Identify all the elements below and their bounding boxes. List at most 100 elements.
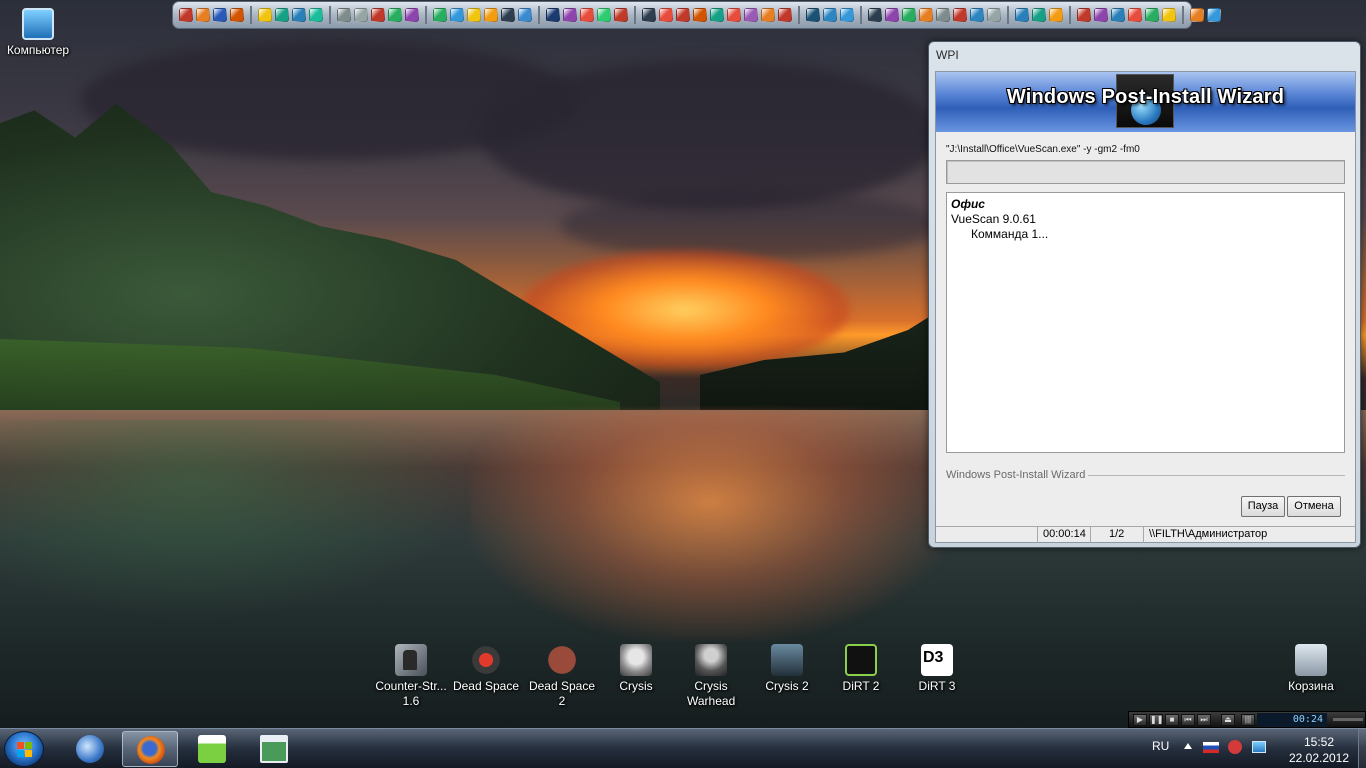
- quick-launch-shortcut-icon[interactable]: [1162, 8, 1176, 22]
- previous-icon[interactable]: ⏮: [1181, 714, 1195, 726]
- desktop-icon-label: Dead Space 2: [528, 679, 596, 708]
- desktop-icon-crysis-warhead[interactable]: Crysis Warhead: [673, 644, 749, 709]
- desktop-icon-crysis[interactable]: Crysis: [598, 644, 674, 694]
- quick-launch-shortcut-icon[interactable]: [806, 8, 820, 22]
- quick-launch-separator: [538, 6, 540, 24]
- quick-launch-shortcut-icon[interactable]: [518, 8, 532, 22]
- current-command: "J:\Install\Office\VueScan.exe" -y -gm2 …: [946, 144, 1140, 155]
- taskbar-winamp[interactable]: [184, 731, 240, 767]
- start-button[interactable]: [4, 731, 44, 767]
- taskbar-thunderbird[interactable]: [62, 731, 118, 767]
- equalizer-icon[interactable]: |||: [1241, 714, 1255, 726]
- quick-launch-shortcut-icon[interactable]: [388, 8, 402, 22]
- eject-icon[interactable]: ⏏: [1221, 714, 1235, 726]
- show-desktop-button[interactable]: [1358, 729, 1366, 768]
- cancel-button[interactable]: Отмена: [1287, 496, 1341, 517]
- quick-launch-shortcut-icon[interactable]: [258, 8, 272, 22]
- quick-launch-shortcut-icon[interactable]: [1015, 8, 1029, 22]
- desktop-icon-dirt-2[interactable]: DiRT 2: [823, 644, 899, 694]
- quick-launch-shortcut-icon[interactable]: [642, 8, 656, 22]
- desktop-icon-dirt-3[interactable]: DiRT 3: [899, 644, 975, 694]
- desktop-icon-dead-space-2[interactable]: Dead Space 2: [524, 644, 600, 709]
- quick-launch-shortcut-icon[interactable]: [987, 8, 1001, 22]
- quick-launch-shortcut-icon[interactable]: [936, 8, 950, 22]
- pause-icon[interactable]: ❚❚: [1149, 714, 1163, 726]
- quick-launch-shortcut-icon[interactable]: [902, 8, 916, 22]
- show-hidden-icons-icon[interactable]: [1184, 743, 1192, 749]
- quick-launch-shortcut-icon[interactable]: [970, 8, 984, 22]
- quick-launch-shortcut-icon[interactable]: [676, 8, 690, 22]
- quick-launch-shortcut-icon[interactable]: [597, 8, 611, 22]
- quick-launch-shortcut-icon[interactable]: [1077, 8, 1091, 22]
- desktop-icon-label: Counter-Str... 1.6: [375, 679, 447, 708]
- quick-launch-shortcut-icon[interactable]: [659, 8, 673, 22]
- quick-launch-shortcut-icon[interactable]: [563, 8, 577, 22]
- quick-launch-shortcut-icon[interactable]: [868, 8, 882, 22]
- quick-launch-shortcut-icon[interactable]: [710, 8, 724, 22]
- clock-date: 22.02.2012: [1288, 751, 1350, 765]
- quick-launch-shortcut-icon[interactable]: [450, 8, 464, 22]
- system-clock[interactable]: 15:52 22.02.2012: [1282, 734, 1356, 766]
- quick-launch-shortcut-icon[interactable]: [823, 8, 837, 22]
- quick-launch-shortcut-icon[interactable]: [1111, 8, 1125, 22]
- desktop-icon-counter-strike[interactable]: Counter-Str... 1.6: [373, 644, 449, 709]
- quick-launch-shortcut-icon[interactable]: [433, 8, 447, 22]
- quick-launch-shortcut-icon[interactable]: [1032, 8, 1046, 22]
- quick-launch-shortcut-icon[interactable]: [213, 8, 227, 22]
- quick-launch-shortcut-icon[interactable]: [614, 8, 628, 22]
- quick-launch-shortcut-icon[interactable]: [1190, 8, 1204, 22]
- desktop-icon-computer[interactable]: Компьютер: [0, 8, 76, 58]
- quick-launch-shortcut-icon[interactable]: [484, 8, 498, 22]
- desktop-icon-crysis-2[interactable]: Crysis 2: [749, 644, 825, 694]
- quick-launch-shortcut-icon[interactable]: [953, 8, 967, 22]
- volume-muted-icon[interactable]: [1228, 740, 1242, 754]
- install-log-list[interactable]: Офис VueScan 9.0.61 Комманда 1...: [946, 192, 1345, 453]
- quick-launch-shortcut-icon[interactable]: [580, 8, 594, 22]
- quick-launch-shortcut-icon[interactable]: [309, 8, 323, 22]
- winamp-icon: [198, 735, 226, 763]
- pause-button[interactable]: Пауза: [1241, 496, 1285, 517]
- desktop-icon-dead-space[interactable]: Dead Space: [448, 644, 524, 694]
- quick-launch-shortcut-icon[interactable]: [1128, 8, 1142, 22]
- quick-launch-shortcut-icon[interactable]: [761, 8, 775, 22]
- quick-launch-shortcut-icon[interactable]: [292, 8, 306, 22]
- quick-launch-shortcut-icon[interactable]: [1207, 8, 1221, 22]
- quick-launch-shortcut-icon[interactable]: [778, 8, 792, 22]
- play-icon[interactable]: ▶: [1133, 714, 1147, 726]
- russia-flag-icon[interactable]: [1203, 742, 1219, 753]
- quick-launch-shortcut-icon[interactable]: [405, 8, 419, 22]
- network-icon[interactable]: [1252, 741, 1266, 753]
- quick-launch-shortcut-icon[interactable]: [467, 8, 481, 22]
- quick-launch-shortcut-icon[interactable]: [1094, 8, 1108, 22]
- quick-launch-shortcut-icon[interactable]: [275, 8, 289, 22]
- next-icon[interactable]: ⏭: [1197, 714, 1211, 726]
- quick-launch-shortcut-icon[interactable]: [1145, 8, 1159, 22]
- taskbar: RU 15:52 22.02.2012: [0, 728, 1366, 768]
- quick-launch-shortcut-icon[interactable]: [371, 8, 385, 22]
- recycle-bin-icon: [1295, 644, 1327, 676]
- taskbar-wpi[interactable]: [246, 731, 302, 767]
- quick-launch-separator: [634, 6, 636, 24]
- quick-launch-shortcut-icon[interactable]: [179, 8, 193, 22]
- quick-launch-shortcut-icon[interactable]: [196, 8, 210, 22]
- seek-slider[interactable]: [1333, 718, 1363, 721]
- quick-launch-shortcut-icon[interactable]: [693, 8, 707, 22]
- quick-launch-shortcut-icon[interactable]: [354, 8, 368, 22]
- taskbar-firefox[interactable]: [122, 731, 178, 767]
- desktop-icon-recycle-bin[interactable]: Корзина: [1273, 644, 1349, 694]
- quick-launch-shortcut-icon[interactable]: [727, 8, 741, 22]
- quick-launch-shortcut-icon[interactable]: [546, 8, 560, 22]
- quick-launch-shortcut-icon[interactable]: [919, 8, 933, 22]
- quick-launch-shortcut-icon[interactable]: [1049, 8, 1063, 22]
- quick-launch-shortcut-icon[interactable]: [885, 8, 899, 22]
- crysis-warhead-icon: [695, 644, 727, 676]
- desktop-icon-label: Dead Space: [452, 679, 520, 693]
- quick-launch-shortcut-icon[interactable]: [337, 8, 351, 22]
- language-indicator[interactable]: RU: [1152, 739, 1169, 753]
- quick-launch-shortcut-icon[interactable]: [230, 8, 244, 22]
- quick-launch-shortcut-icon[interactable]: [744, 8, 758, 22]
- wpi-client-area: Windows Post-Install Wizard "J:\Install\…: [935, 71, 1356, 543]
- quick-launch-shortcut-icon[interactable]: [501, 8, 515, 22]
- quick-launch-shortcut-icon[interactable]: [840, 8, 854, 22]
- stop-icon[interactable]: ■: [1165, 714, 1179, 726]
